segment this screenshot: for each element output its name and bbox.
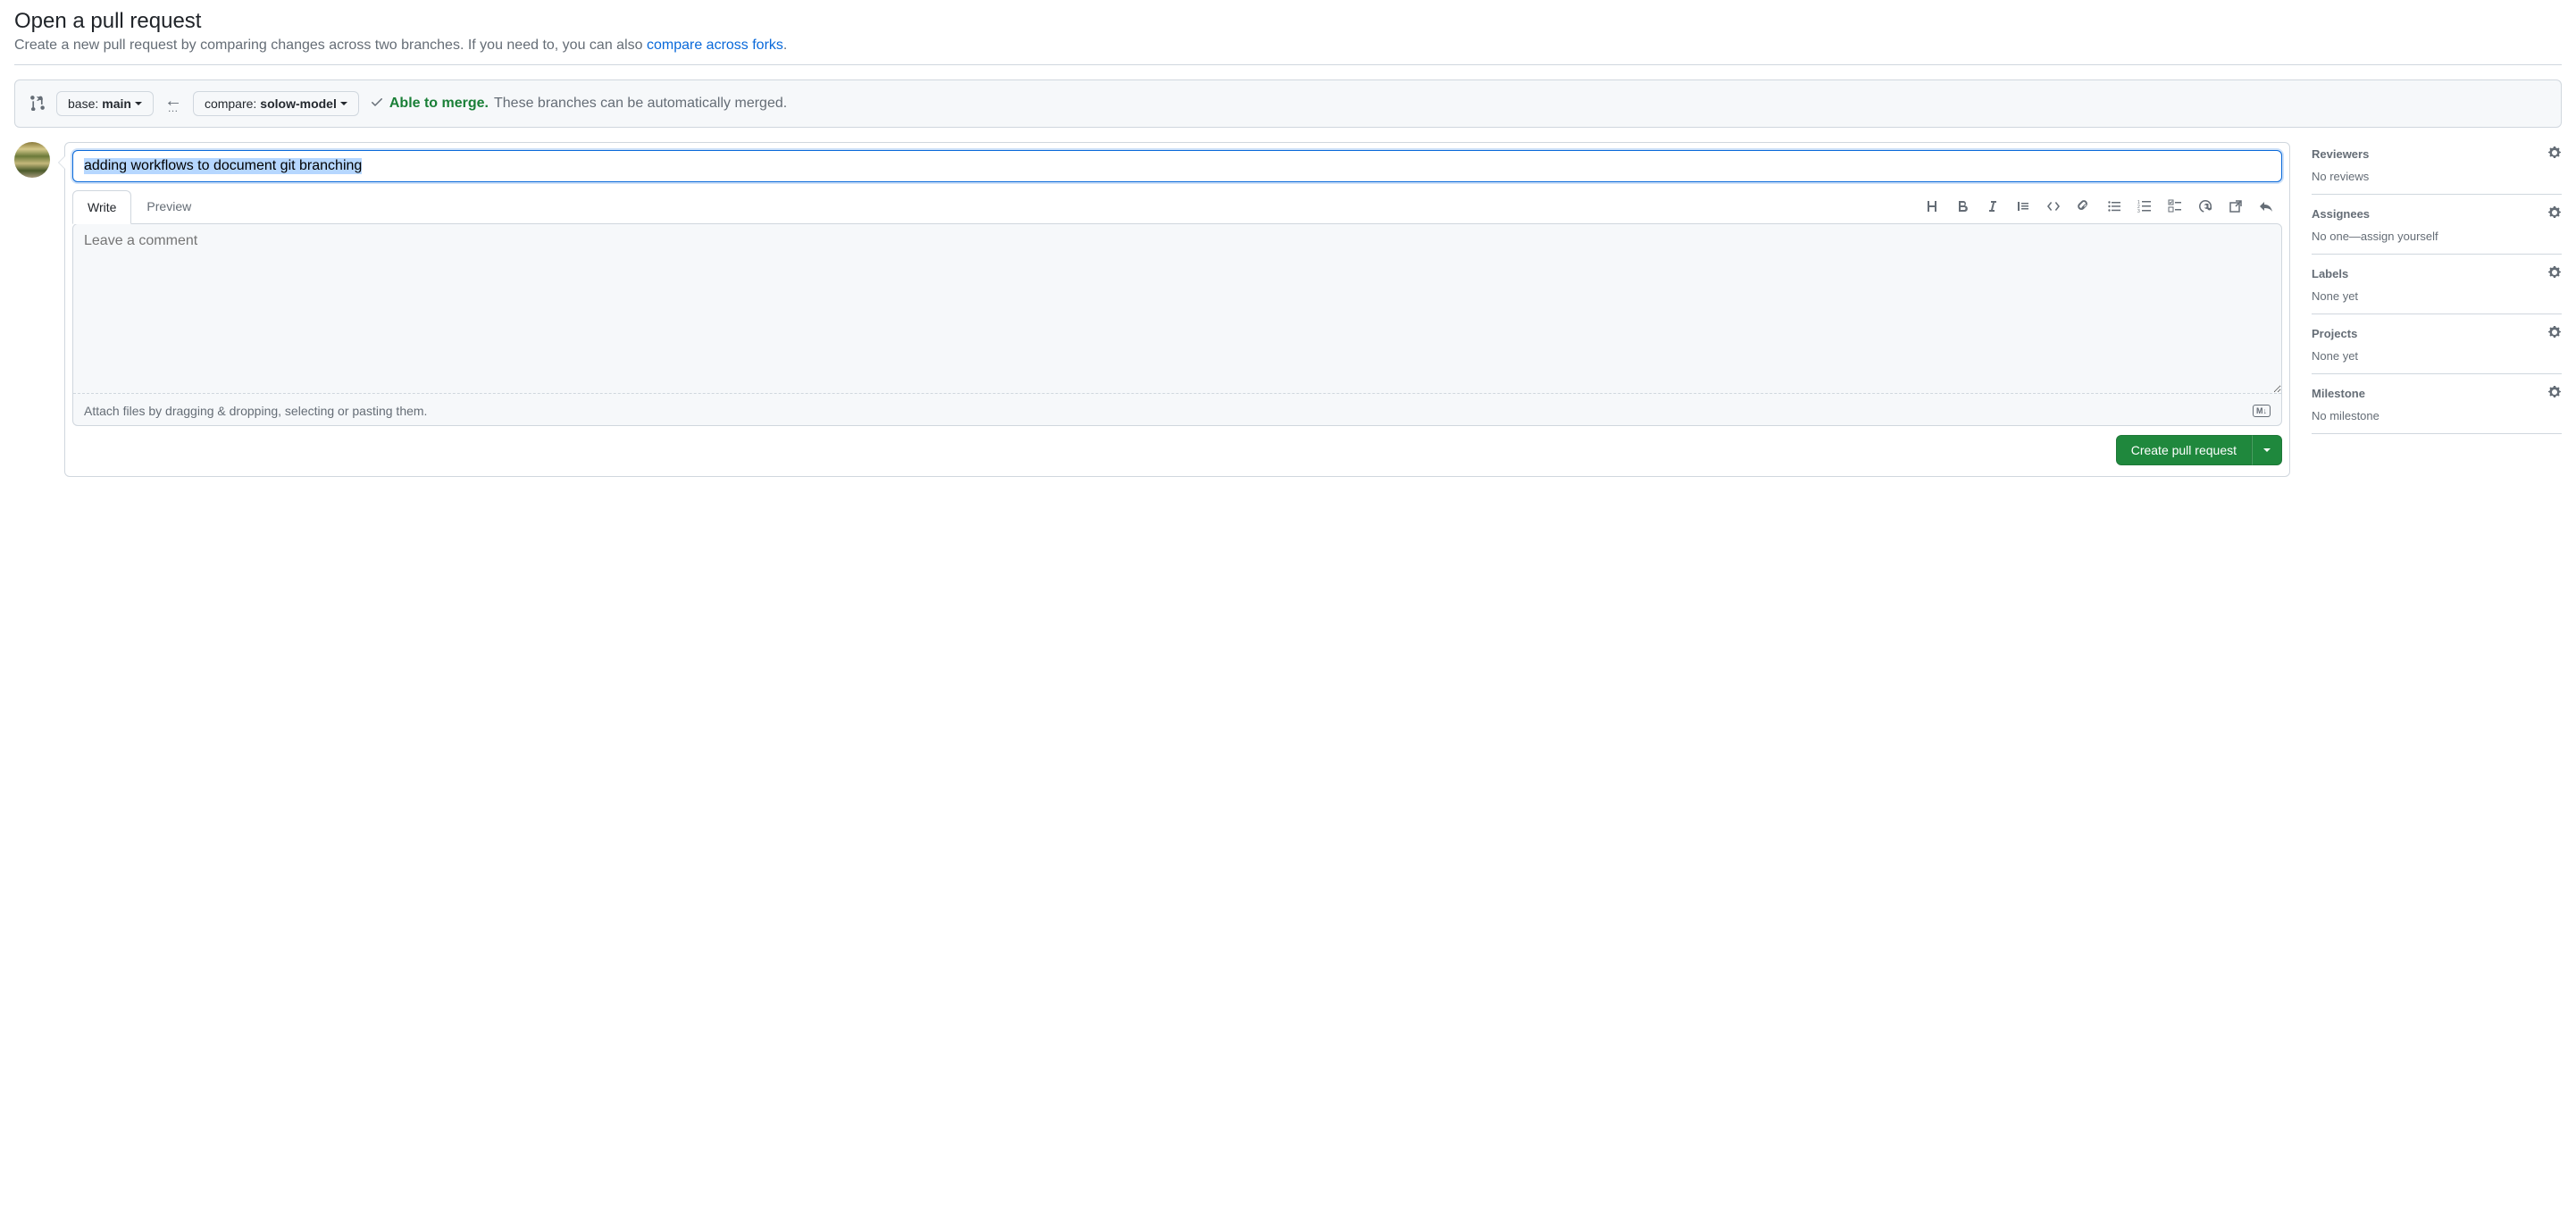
ol-icon[interactable]: 123 <box>2136 197 2154 215</box>
bold-icon[interactable] <box>1953 197 1971 215</box>
md-toolbar: 123 <box>1923 197 2282 215</box>
reply-icon[interactable] <box>2257 197 2275 215</box>
assignees-title: Assignees <box>2312 207 2370 221</box>
arrow-left-icon: ←… <box>164 96 182 111</box>
gear-icon[interactable] <box>2547 325 2562 342</box>
attach-hint: Attach files by dragging & dropping, sel… <box>84 404 427 418</box>
compare-forks-link[interactable]: compare across forks <box>647 38 783 53</box>
compare-bar: base: main ←… compare: solow-model Able … <box>14 79 2562 128</box>
caret-down-icon <box>340 102 347 105</box>
sidebar-projects: Projects None yet <box>2312 314 2562 374</box>
italic-icon[interactable] <box>1984 197 2002 215</box>
link-icon[interactable] <box>2075 197 2093 215</box>
page-subtitle: Create a new pull request by comparing c… <box>14 38 2562 54</box>
gear-icon[interactable] <box>2547 265 2562 282</box>
reviewers-body: No reviews <box>2312 170 2562 183</box>
comment-textarea[interactable] <box>73 224 2281 394</box>
markdown-badge-icon[interactable]: M↓ <box>2253 405 2271 417</box>
base-branch-select[interactable]: base: main <box>56 91 154 116</box>
merge-msg-text: These branches can be automatically merg… <box>494 96 787 112</box>
mention-icon[interactable] <box>2196 197 2214 215</box>
gear-icon[interactable] <box>2547 146 2562 163</box>
milestone-title: Milestone <box>2312 387 2365 400</box>
merge-able-text: Able to merge. <box>389 96 489 112</box>
check-icon <box>370 95 384 113</box>
comment-box: Write Preview 123 <box>64 142 2290 477</box>
projects-title: Projects <box>2312 327 2357 340</box>
sidebar-labels: Labels None yet <box>2312 255 2562 314</box>
gear-icon[interactable] <box>2547 205 2562 222</box>
git-compare-icon <box>29 95 46 113</box>
assignees-body: No one—assign yourself <box>2312 230 2562 243</box>
assign-yourself-link[interactable]: assign yourself <box>2361 230 2438 243</box>
code-icon[interactable] <box>2045 197 2062 215</box>
labels-title: Labels <box>2312 267 2348 280</box>
create-pr-button[interactable]: Create pull request <box>2116 435 2252 465</box>
tabs: Write Preview <box>72 189 206 223</box>
tasklist-icon[interactable] <box>2166 197 2184 215</box>
heading-icon[interactable] <box>1923 197 1941 215</box>
milestone-body: No milestone <box>2312 409 2562 422</box>
projects-body: None yet <box>2312 349 2562 363</box>
sidebar-reviewers: Reviewers No reviews <box>2312 142 2562 195</box>
page-title: Open a pull request <box>14 9 2562 34</box>
caret-down-icon <box>135 102 142 105</box>
base-label: base: <box>68 96 98 111</box>
gear-icon[interactable] <box>2547 385 2562 402</box>
avatar[interactable] <box>14 142 50 178</box>
sidebar-assignees: Assignees No one—assign yourself <box>2312 195 2562 255</box>
tab-preview[interactable]: Preview <box>131 189 206 223</box>
merge-status: Able to merge. These branches can be aut… <box>370 95 787 113</box>
header-divider <box>14 64 2562 65</box>
labels-body: None yet <box>2312 289 2562 303</box>
reviewers-title: Reviewers <box>2312 147 2369 161</box>
sidebar-milestone: Milestone No milestone <box>2312 374 2562 434</box>
subtitle-suffix: . <box>783 38 787 53</box>
assignees-prefix: No one— <box>2312 230 2361 243</box>
subtitle-text: Create a new pull request by comparing c… <box>14 38 647 53</box>
compare-label: compare: <box>205 96 256 111</box>
quote-icon[interactable] <box>2014 197 2032 215</box>
tab-write[interactable]: Write <box>72 190 131 224</box>
sidebar: Reviewers No reviews Assignees No one—as… <box>2312 142 2562 477</box>
compare-branch-name: solow-model <box>260 96 337 111</box>
base-branch-name: main <box>102 96 131 111</box>
caret-down-icon <box>2263 448 2271 452</box>
ul-icon[interactable] <box>2105 197 2123 215</box>
create-pr-dropdown[interactable] <box>2252 435 2282 465</box>
crossref-icon[interactable] <box>2227 197 2245 215</box>
comment-body-wrap: Attach files by dragging & dropping, sel… <box>72 223 2282 426</box>
compare-branch-select[interactable]: compare: solow-model <box>193 91 359 116</box>
svg-text:3: 3 <box>2137 209 2140 213</box>
pr-title-input[interactable] <box>72 150 2282 182</box>
attach-bar[interactable]: Attach files by dragging & dropping, sel… <box>73 397 2281 425</box>
